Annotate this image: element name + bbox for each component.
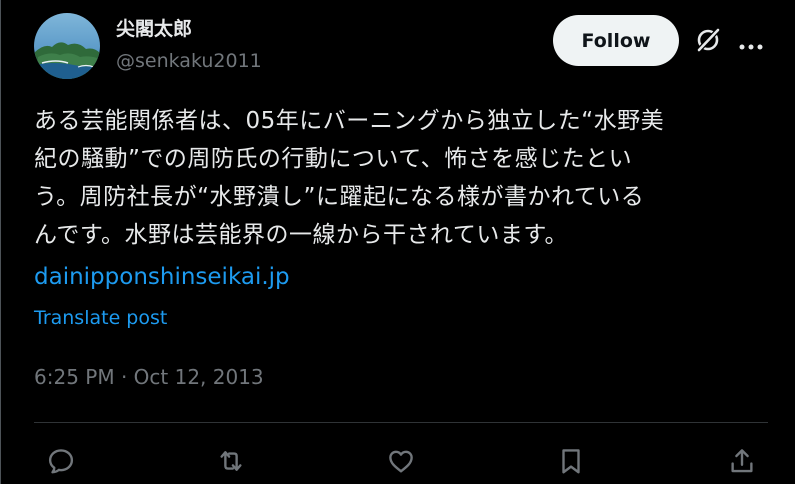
translate-post-link[interactable]: Translate post: [34, 307, 167, 329]
tweet-text: ある芸能関係者は、05年にバーニングから独立した“水野美 紀の騒動”での周防氏の…: [34, 102, 774, 254]
divider: [34, 422, 768, 423]
reply-icon[interactable]: [43, 443, 79, 479]
tweet-text-line: 紀の騒動”での周防氏の行動について、怖さを感じたとい: [34, 146, 633, 172]
like-icon[interactable]: [383, 443, 419, 479]
bookmark-icon[interactable]: [553, 443, 589, 479]
share-icon[interactable]: [724, 443, 760, 479]
handle[interactable]: @senkaku2011: [116, 50, 262, 72]
timestamp[interactable]: 6:25 PM · Oct 12, 2013: [34, 365, 264, 389]
more-horizontal-icon[interactable]: [738, 36, 764, 50]
grok-slash-icon[interactable]: [694, 26, 722, 54]
tweet-link[interactable]: dainipponshinseikai.jp: [34, 264, 290, 290]
tweet-text-line: ある芸能関係者は、05年にバーニングから独立した“水野美: [34, 108, 665, 134]
avatar-island-image: [34, 13, 100, 79]
avatar[interactable]: [34, 13, 100, 79]
tweet-header: 尖閣太郎 @senkaku2011 Follow: [0, 0, 795, 90]
follow-button[interactable]: Follow: [553, 15, 679, 66]
tweet-text-line: う。周防社長が“水野潰し”に躍起になる様が書かれている: [34, 184, 645, 210]
tweet-text-line: んです。水野は芸能界の一線から干されています。: [34, 222, 569, 248]
display-name[interactable]: 尖閣太郎: [116, 14, 192, 41]
repost-icon[interactable]: [213, 443, 249, 479]
